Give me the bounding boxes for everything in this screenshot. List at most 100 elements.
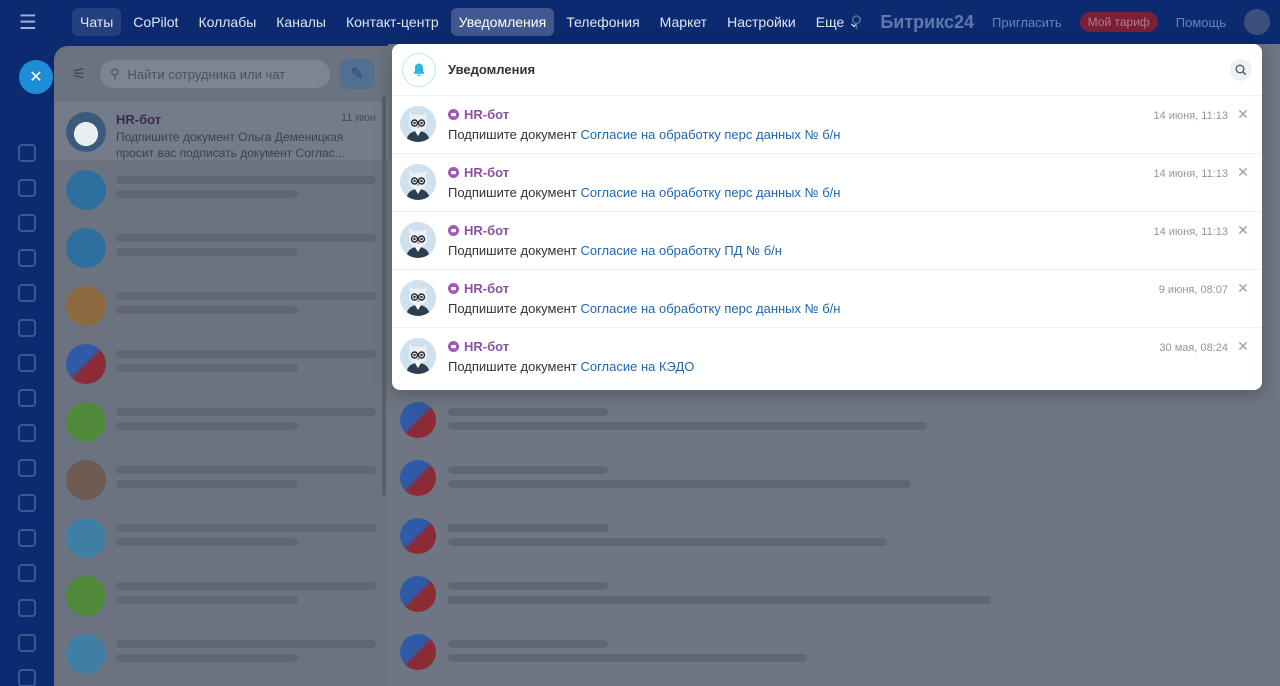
document-link[interactable]: Согласие на обработку перс данных № б/н <box>580 185 840 200</box>
avatar <box>66 228 106 268</box>
checklist-icon[interactable] <box>18 564 36 582</box>
notification-item[interactable]: HR-бот Подпишите документ Согласие на об… <box>392 154 1262 212</box>
user-avatar[interactable] <box>1244 9 1270 35</box>
notification-time: 9 июня, 08:07 <box>1158 284 1228 296</box>
nav-item-chats[interactable]: Чаты <box>72 8 122 36</box>
calendar-icon[interactable] <box>18 284 36 302</box>
close-icon[interactable]: ✕ <box>1236 280 1250 297</box>
settings-icon[interactable] <box>18 459 36 477</box>
notification-prefix: Подпишите документ <box>448 359 577 374</box>
avatar <box>400 460 436 496</box>
list-item[interactable] <box>54 218 388 276</box>
bot-badge-icon <box>448 282 459 294</box>
document-link[interactable]: Согласие на КЭДО <box>580 359 694 374</box>
sliders-icon[interactable]: ⚟ <box>68 64 90 84</box>
list-item[interactable] <box>54 276 388 334</box>
invite-button[interactable]: Пригласить <box>992 15 1062 30</box>
document-icon[interactable] <box>18 179 36 197</box>
avatar <box>66 460 106 500</box>
close-icon[interactable]: ✕ <box>1236 164 1250 181</box>
nav-item-collabs[interactable]: Коллабы <box>190 8 264 36</box>
bot-badge-icon <box>448 166 459 178</box>
top-bar: ☰ Чаты CoPilot Коллабы Каналы Контакт-це… <box>0 0 1280 44</box>
avatar <box>400 338 436 374</box>
search-icon[interactable]: ⚲ <box>851 12 863 32</box>
drive-icon[interactable] <box>18 354 36 372</box>
tariff-button[interactable]: Мой тариф <box>1079 12 1158 32</box>
list-item <box>388 508 1258 566</box>
avatar <box>400 518 436 554</box>
notification-time: 14 июня, 11:13 <box>1153 110 1228 122</box>
new-chat-button[interactable]: ✎ <box>340 59 374 89</box>
avatar <box>66 518 106 558</box>
close-icon[interactable]: ✕ <box>1236 338 1250 355</box>
close-icon[interactable]: ✕ <box>19 60 53 94</box>
search-button[interactable] <box>1230 58 1252 81</box>
chat-item-hr-bot[interactable]: HR-бот 11 июн Подпишите документ Ольга Д… <box>54 102 388 160</box>
notification-text: Подпишите документ Согласие на обработку… <box>448 185 1254 200</box>
avatar <box>66 634 106 674</box>
list-item[interactable] <box>54 334 388 392</box>
avatar <box>66 402 106 442</box>
board-icon[interactable] <box>18 529 36 547</box>
bell-icon <box>402 52 436 87</box>
notification-sender[interactable]: HR-бот <box>464 223 509 238</box>
top-right-area: ⚲ Битрикс24 Пригласить Мой тариф Помощь <box>851 0 1270 44</box>
document-link[interactable]: Согласие на обработку перс данных № б/н <box>580 301 840 316</box>
document-link[interactable]: Согласие на обработку ПД № б/н <box>580 243 782 258</box>
nav-item-market[interactable]: Маркет <box>652 8 715 36</box>
help-button[interactable]: Помощь <box>1176 15 1226 30</box>
notification-time: 30 мая, 08:24 <box>1159 342 1228 354</box>
document-link[interactable]: Согласие на обработку перс данных № б/н <box>580 127 840 142</box>
compose-icon: ✎ <box>350 66 364 83</box>
avatar <box>400 280 436 316</box>
list-item[interactable] <box>54 508 388 566</box>
notification-item[interactable]: HR-бот Подпишите документ Согласие на об… <box>392 212 1262 270</box>
notification-item[interactable]: HR-бот Подпишите документ Согласие на об… <box>392 270 1262 328</box>
notification-sender[interactable]: HR-бот <box>464 165 509 180</box>
chat-list-scrollbar[interactable] <box>382 96 386 496</box>
list-item[interactable] <box>54 624 388 682</box>
nav-item-telephony[interactable]: Телефония <box>558 8 647 36</box>
notification-item[interactable]: HR-бот Подпишите документ Согласие на об… <box>392 96 1262 154</box>
list-item[interactable] <box>54 160 388 218</box>
nav-item-contact-center[interactable]: Контакт-центр <box>338 8 447 36</box>
bot-badge-icon <box>448 108 459 120</box>
nav-item-settings[interactable]: Настройки <box>719 8 804 36</box>
nav-item-copilot[interactable]: CoPilot <box>125 8 186 36</box>
tasks-icon[interactable] <box>18 214 36 232</box>
gear-icon[interactable] <box>18 669 36 686</box>
notification-prefix: Подпишите документ <box>448 301 577 316</box>
file-icon[interactable] <box>18 319 36 337</box>
close-icon[interactable]: ✕ <box>1236 106 1250 123</box>
brand-logo[interactable]: Битрикс24 <box>880 12 974 33</box>
menu-icon[interactable]: ☰ <box>0 0 56 44</box>
nav-item-notifications[interactable]: Уведомления <box>450 8 555 36</box>
chat-search-input[interactable]: ⚲ Найти сотрудника или чат <box>100 60 330 88</box>
notification-prefix: Подпишите документ <box>448 127 577 142</box>
globe-icon[interactable] <box>18 494 36 512</box>
close-icon[interactable]: ✕ <box>1236 222 1250 239</box>
chat-list-header: ⚟ ⚲ Найти сотрудника или чат ✎ <box>54 46 388 102</box>
avatar <box>66 170 106 210</box>
list-item[interactable] <box>54 392 388 450</box>
mail-icon[interactable] <box>18 389 36 407</box>
cart-icon[interactable] <box>18 634 36 652</box>
list-item <box>388 450 1258 508</box>
notification-item[interactable]: HR-бот Подпишите документ Согласие на КЭ… <box>392 328 1262 386</box>
avatar <box>400 106 436 142</box>
chat-icon[interactable] <box>18 144 36 162</box>
list-item[interactable] <box>54 450 388 508</box>
notification-sender[interactable]: HR-бот <box>464 107 509 122</box>
notification-text: Подпишите документ Согласие на КЭДО <box>448 359 1254 374</box>
notification-sender[interactable]: HR-бот <box>464 339 509 354</box>
contacts-icon[interactable] <box>18 424 36 442</box>
filter-icon[interactable] <box>18 599 36 617</box>
list-item[interactable] <box>54 566 388 624</box>
notification-sender[interactable]: HR-бот <box>464 281 509 296</box>
bot-badge-icon <box>448 340 459 352</box>
message-icon[interactable] <box>18 249 36 267</box>
nav-more-label: Еще <box>815 13 845 30</box>
chat-list: ⚟ ⚲ Найти сотрудника или чат ✎ HR-бот 11… <box>54 46 388 686</box>
nav-item-channels[interactable]: Каналы <box>268 8 334 36</box>
